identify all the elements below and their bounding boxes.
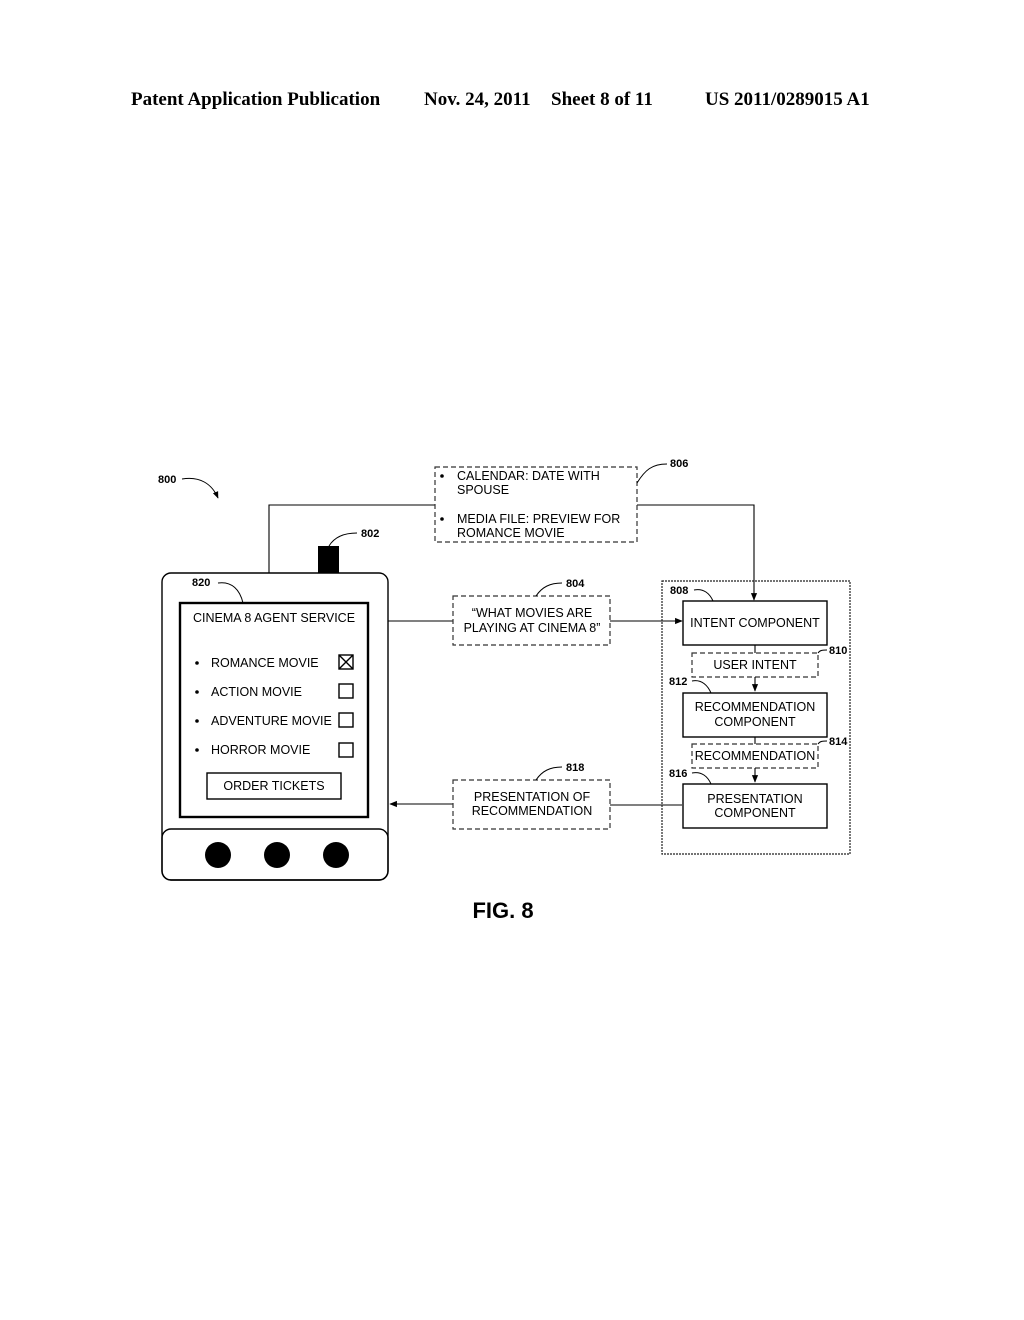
ref-810: 810: [829, 645, 847, 657]
hardware-button-2[interactable]: [264, 842, 290, 868]
presentation-component-line-1: PRESENTATION: [707, 792, 802, 806]
recommendation-component: RECOMMENDATION COMPONENT: [682, 692, 828, 738]
option-horror[interactable]: HORROR MOVIE: [195, 742, 354, 758]
option-adventure[interactable]: ADVENTURE MOVIE: [195, 712, 354, 728]
ref-810-leader: [817, 649, 828, 654]
presentation-line-1: PRESENTATION OF: [474, 790, 591, 804]
hardware-button-3[interactable]: [323, 842, 349, 868]
figure-8-diagram: 800 CALENDAR: DATE WITH SPOUSE MEDIA FIL…: [158, 458, 851, 923]
ref-812: 812: [669, 676, 687, 688]
context-item-2-line-2: ROMANCE MOVIE: [457, 526, 565, 540]
intent-component-label: INTENT COMPONENT: [690, 616, 820, 630]
user-intent-label: USER INTENT: [713, 658, 797, 672]
context-box: CALENDAR: DATE WITH SPOUSE MEDIA FILE: P…: [434, 466, 638, 543]
ref-820-leader: [217, 582, 244, 604]
ref-806-leader: [636, 463, 668, 484]
recommendation-component-line-1: RECOMMENDATION: [695, 700, 816, 714]
option-label: ACTION MOVIE: [211, 685, 302, 699]
bullet-icon: [440, 517, 444, 521]
bullet-icon: [195, 748, 199, 752]
ref-812-leader: [691, 680, 712, 694]
option-label: HORROR MOVIE: [211, 743, 310, 757]
context-item-1-line-2: SPOUSE: [457, 483, 509, 497]
ref-816-leader: [691, 772, 712, 785]
hardware-button-1[interactable]: [205, 842, 231, 868]
presentation-component: PRESENTATION COMPONENT: [682, 783, 828, 829]
figure-caption: FIG. 8: [472, 898, 533, 923]
option-label: ROMANCE MOVIE: [211, 656, 319, 670]
recommendation-component-line-2: COMPONENT: [714, 715, 796, 729]
ref-806: 806: [670, 458, 688, 470]
ref-800: 800: [158, 474, 176, 486]
ref-800-arrow: [181, 477, 219, 499]
checkbox[interactable]: [338, 742, 354, 758]
ref-804: 804: [566, 578, 585, 590]
order-tickets-button[interactable]: ORDER TICKETS: [206, 772, 342, 800]
order-tickets-label: ORDER TICKETS: [223, 779, 324, 793]
ref-808: 808: [670, 585, 688, 597]
ref-820: 820: [192, 577, 210, 589]
query-line-2: PLAYING AT CINEMA 8”: [464, 621, 601, 635]
bullet-icon: [195, 719, 199, 723]
bullet-icon: [195, 690, 199, 694]
intent-component: INTENT COMPONENT: [682, 600, 828, 646]
checkbox[interactable]: [338, 712, 354, 728]
context-item-2-line-1: MEDIA FILE: PREVIEW FOR: [457, 512, 620, 526]
option-label: ADVENTURE MOVIE: [211, 714, 332, 728]
ref-802-leader: [328, 532, 358, 547]
option-action[interactable]: ACTION MOVIE: [195, 683, 354, 699]
bullet-icon: [440, 474, 444, 478]
ref-816: 816: [669, 768, 687, 780]
checkbox[interactable]: [338, 683, 354, 699]
option-romance[interactable]: ROMANCE MOVIE: [195, 654, 354, 670]
device-to-context-line: [268, 504, 435, 573]
bullet-icon: [195, 661, 199, 665]
sensor-icon: [318, 546, 339, 573]
ref-814: 814: [829, 736, 848, 748]
ref-804-leader: [535, 582, 563, 597]
recommendation-box: RECOMMENDATION: [691, 743, 819, 769]
ref-818-leader: [535, 766, 563, 781]
recommendation-label: RECOMMENDATION: [695, 749, 816, 763]
context-to-intent-arrow: [637, 504, 758, 601]
user-intent-box: USER INTENT: [691, 652, 819, 678]
ref-802: 802: [361, 528, 379, 540]
ref-814-leader: [817, 740, 828, 745]
context-item-1-line-1: CALENDAR: DATE WITH: [457, 469, 600, 483]
screen-title: CINEMA 8 AGENT SERVICE: [193, 611, 355, 625]
check-x-icon: [338, 654, 354, 670]
query-box: “WHAT MOVIES ARE PLAYING AT CINEMA 8”: [452, 595, 611, 646]
ref-818: 818: [566, 762, 584, 774]
ref-808-leader: [693, 589, 714, 602]
presentation-component-line-2: COMPONENT: [714, 806, 796, 820]
query-line-1: “WHAT MOVIES ARE: [472, 606, 592, 620]
mobile-device: 820 CINEMA 8 AGENT SERVICE ROMANCE MOVIE…: [161, 572, 389, 881]
presentation-box: PRESENTATION OF RECOMMENDATION: [452, 779, 611, 830]
presentation-line-2: RECOMMENDATION: [472, 804, 593, 818]
